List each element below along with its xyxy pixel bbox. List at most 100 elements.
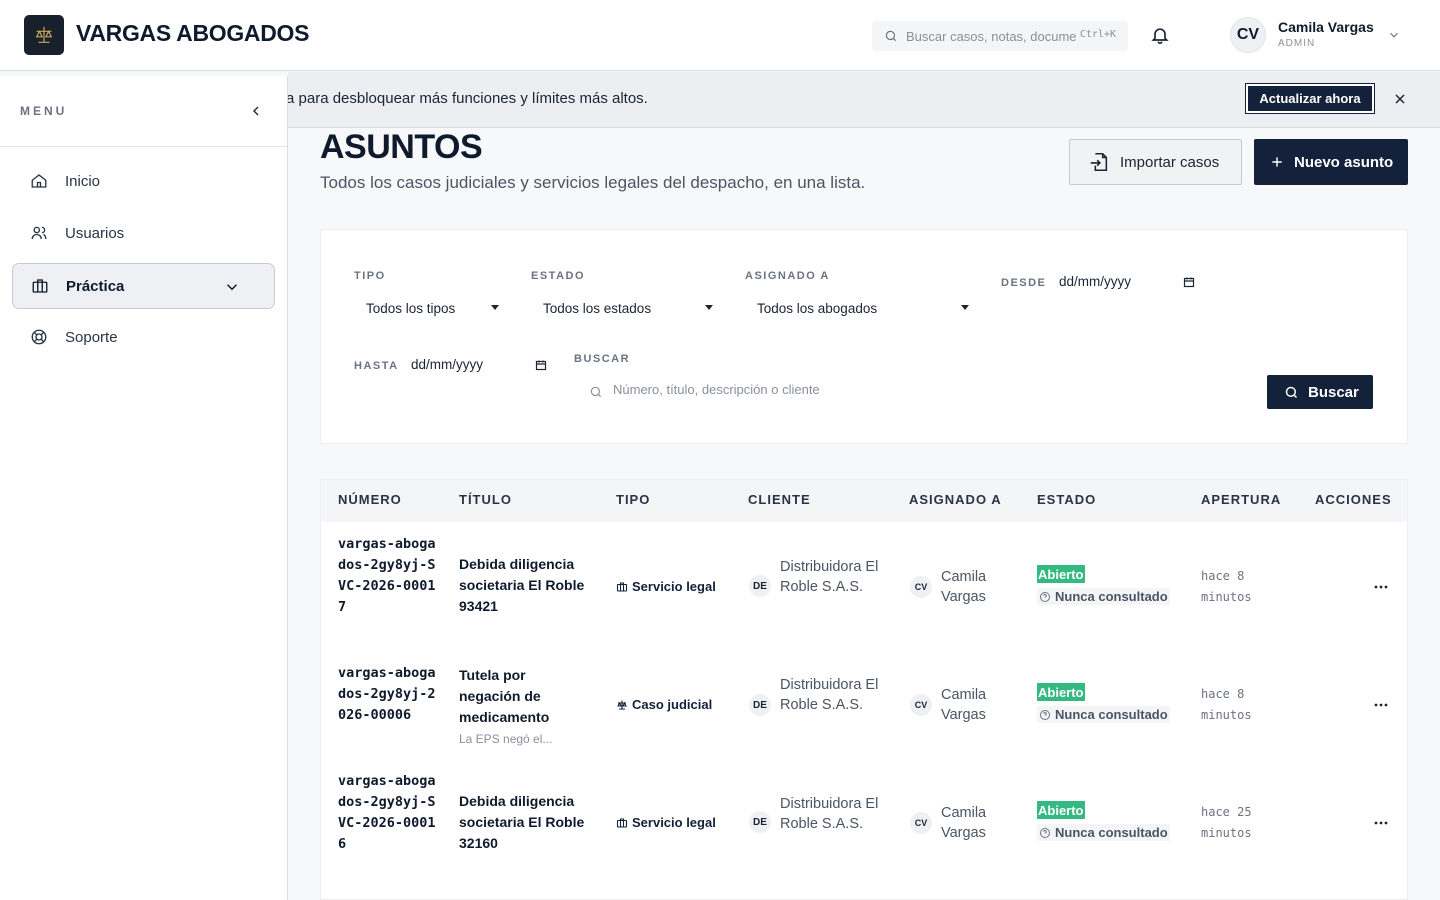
filter-to-label: HASTA: [354, 360, 399, 372]
column-header[interactable]: ACCIONES: [1315, 492, 1392, 507]
help-circle-icon: [1040, 827, 1050, 838]
chevron-down-icon[interactable]: [1387, 28, 1401, 42]
divider: [0, 146, 287, 147]
matter-type-label: Servicio legal: [632, 815, 716, 830]
matter-number[interactable]: vargas-abogados-2gy8yj-SVC-2026-00016: [338, 771, 438, 855]
table-row[interactable]: vargas-abogados-2gy8yj-2026-00006 Tutela…: [321, 651, 1407, 759]
matter-type: Servicio legal: [616, 579, 716, 594]
filter-type-select[interactable]: Todos los tipos: [366, 297, 499, 319]
bell-icon[interactable]: [1150, 25, 1170, 45]
file-import-icon: [1090, 152, 1108, 172]
close-icon[interactable]: [1392, 91, 1408, 107]
table-row[interactable]: vargas-abogados-2gy8yj-SVC-2026-00017 De…: [321, 522, 1407, 640]
last-viewed-text: Nunca consultado: [1055, 825, 1168, 840]
assignee-avatar: CV: [910, 576, 932, 598]
matter-number[interactable]: vargas-abogados-2gy8yj-SVC-2026-00017: [338, 534, 438, 618]
sidebar-item-soporte[interactable]: Soporte: [12, 314, 275, 360]
import-cases-label: Importar casos: [1120, 153, 1220, 171]
filter-from-date[interactable]: dd/mm/yyyy: [1059, 274, 1131, 289]
caret-down-icon: [491, 305, 499, 310]
more-icon[interactable]: [1372, 702, 1390, 708]
client-avatar: DE: [749, 811, 771, 833]
more-icon[interactable]: [1372, 584, 1390, 590]
sidebar-item-inicio[interactable]: Inicio: [12, 158, 275, 204]
matter-title-text: Tutela por negación de medicamento: [459, 667, 550, 725]
assignee-name: Camila Vargas: [941, 569, 987, 605]
matter-type-label: Servicio legal: [632, 579, 716, 594]
search-icon: [1285, 386, 1298, 398]
sidebar-item-label: Usuarios: [65, 224, 125, 242]
search-button[interactable]: Buscar: [1267, 375, 1373, 409]
briefcase-icon: [32, 279, 48, 293]
matter-title[interactable]: Debida diligencia societaria El Roble 93…: [459, 554, 589, 617]
matter-type-label: Caso judicial: [632, 697, 713, 712]
more-icon[interactable]: [1372, 820, 1390, 826]
last-viewed: Nunca consultado: [1037, 824, 1170, 841]
matter-title-text: Debida diligencia societaria El Roble 32…: [459, 793, 585, 851]
banner-text: a para desbloquear más funciones y límit…: [288, 90, 648, 107]
matters-table: NÚMERO TÍTULO TIPO CLIENTE ASIGNADO A ES…: [320, 479, 1408, 900]
column-header[interactable]: ASIGNADO A: [909, 492, 1002, 507]
sidebar-item-practica[interactable]: Práctica: [12, 263, 275, 309]
matter-title[interactable]: Tutela por negación de medicamento La EP…: [459, 665, 589, 750]
sidebar-title: MENU: [20, 104, 68, 118]
filters-panel: TIPO Todos los tipos ESTADO Todos los es…: [320, 229, 1408, 444]
filter-type-value: Todos los tipos: [366, 300, 456, 316]
opened-date: hace 8 minutos: [1201, 687, 1252, 722]
last-viewed: Nunca consultado: [1037, 706, 1170, 723]
logo-icon[interactable]: [24, 15, 64, 55]
column-header[interactable]: NÚMERO: [338, 492, 402, 507]
matter-type: Caso judicial: [616, 697, 712, 712]
page-subtitle: Todos los casos judiciales y servicios l…: [320, 173, 866, 192]
chevron-left-icon[interactable]: [248, 102, 264, 120]
briefcase-icon: [616, 581, 628, 592]
client-name: Distribuidora El Roble S.A.S.: [780, 559, 879, 595]
user-name[interactable]: Camila Vargas: [1278, 19, 1374, 35]
calendar-icon[interactable]: [1183, 276, 1195, 288]
filter-type-label: TIPO: [354, 270, 386, 282]
column-header[interactable]: APERTURA: [1201, 492, 1281, 507]
users-icon: [31, 226, 47, 240]
global-search-input[interactable]: [906, 28, 1076, 44]
last-viewed-text: Nunca consultado: [1055, 589, 1168, 604]
brand-name[interactable]: VARGAS ABOGADOS: [76, 20, 309, 47]
client-avatar: DE: [749, 575, 771, 597]
matter-title[interactable]: Debida diligencia societaria El Roble 32…: [459, 791, 589, 854]
filter-search-input[interactable]: [613, 382, 1133, 397]
chevron-down-icon[interactable]: [223, 278, 241, 296]
upgrade-button[interactable]: Actualizar ahora: [1245, 83, 1375, 114]
sidebar-item-label: Práctica: [66, 277, 125, 295]
sidebar-item-label: Soporte: [65, 328, 118, 346]
column-header[interactable]: TÍTULO: [459, 492, 512, 507]
filter-search-label: BUSCAR: [574, 353, 631, 365]
lifebuoy-icon: [31, 329, 47, 345]
new-matter-label: Nuevo asunto: [1294, 153, 1394, 171]
matter-title-text: Debida diligencia societaria El Roble 93…: [459, 556, 585, 614]
matter-type: Servicio legal: [616, 815, 716, 830]
filter-assignee-select[interactable]: Todos los abogados: [757, 297, 969, 319]
filter-status-select[interactable]: Todos los estados: [543, 297, 713, 319]
last-viewed-text: Nunca consultado: [1055, 707, 1168, 722]
sidebar-item-usuarios[interactable]: Usuarios: [12, 210, 275, 256]
status-badge: Abierto: [1037, 565, 1085, 583]
assignee-name: Camila Vargas: [941, 805, 987, 841]
matter-number[interactable]: vargas-abogados-2gy8yj-2026-00006: [338, 663, 438, 726]
help-circle-icon: [1040, 709, 1050, 720]
calendar-icon[interactable]: [535, 359, 547, 371]
assignee-avatar: CV: [910, 694, 932, 716]
column-header[interactable]: CLIENTE: [748, 492, 811, 507]
filter-to-date[interactable]: dd/mm/yyyy: [411, 357, 483, 372]
client-avatar: DE: [749, 694, 771, 716]
new-matter-button[interactable]: Nuevo asunto: [1254, 139, 1408, 185]
column-header[interactable]: ESTADO: [1037, 492, 1096, 507]
last-viewed: Nunca consultado: [1037, 588, 1170, 605]
column-header[interactable]: TIPO: [616, 492, 650, 507]
import-cases-button[interactable]: Importar casos: [1069, 139, 1242, 185]
help-circle-icon: [1040, 591, 1050, 602]
plus-icon: [1272, 157, 1282, 167]
opened-date: hace 25 minutos: [1201, 805, 1252, 840]
status-badge: Abierto: [1037, 801, 1085, 819]
user-avatar[interactable]: CV: [1230, 17, 1266, 53]
table-row[interactable]: vargas-abogados-2gy8yj-SVC-2026-00016 De…: [321, 759, 1407, 899]
global-search[interactable]: Ctrl+K: [872, 21, 1128, 51]
